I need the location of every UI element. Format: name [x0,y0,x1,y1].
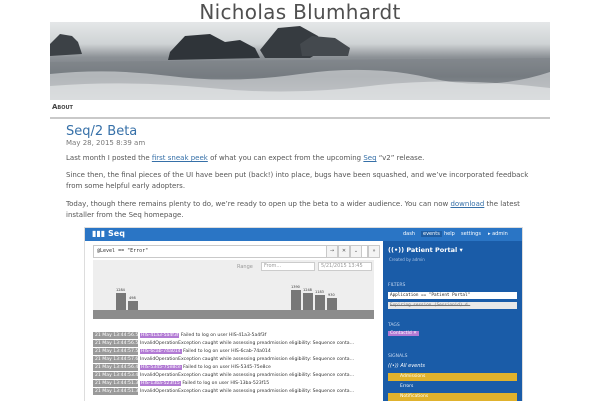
signal-admissions[interactable]: Admissions [388,373,517,381]
seq-run-button[interactable]: → [326,245,338,258]
event-token: HIS-13ba-523f15 [140,381,181,386]
post-paragraph-1: Last month I posted the first sneak peek… [66,153,546,164]
p3-text-a: Today, though there remains plenty to do… [66,200,451,208]
event-message: HIS-13ba-523f15 Failed to log on user HI… [140,380,269,387]
event-text: Failed to log on user HIS-5345-75e8ce [183,365,271,370]
histogram-bar [116,293,126,310]
event-token: HIS-41a3-5a4f3f [140,333,180,338]
histogram-bar-label: 1248 [303,288,312,292]
signal-errors[interactable]: Errors [388,383,517,391]
post-paragraph-3: Today, though there remains plenty to do… [66,199,546,220]
event-timestamp: 21 May 13:44:53.408 [93,372,145,379]
seq-nav-dash[interactable]: dash [403,231,415,237]
seq-histogram: Range From... 5/21/2015 13:45 1284 498 1… [93,260,374,310]
post-paragraph-2: Since then, the final pieces of the UI h… [66,171,529,190]
side-signals-heading: SIGNALS [388,354,408,359]
broadcast-icon: ((•)) [388,246,405,254]
p1-text-c: “v2” release. [376,154,425,162]
event-message: InvalidOperationException caught while a… [140,356,354,363]
side-created-by: Created by admin [389,257,425,262]
event-text: InvalidOperationException caught while a… [140,389,355,394]
download-link[interactable]: download [450,200,484,208]
event-message: InvalidOperationException caught while a… [140,388,354,395]
post-date: May 28, 2015 8:39 am [66,139,146,147]
seq-expand-button[interactable]: » [368,245,380,258]
histogram-bar-label: 930 [328,293,335,297]
filter-input-2[interactable]: Expiring session (Sessionid) d… [388,302,517,309]
event-text: Failed to log on user HIS-13ba-523f15 [182,381,270,386]
seq-clear-button[interactable]: ✕ [338,245,350,258]
seq-nav-events[interactable]: events [421,231,442,237]
nav-about[interactable]: About [52,103,73,111]
side-filters-heading: FILTERS [388,283,406,288]
event-timestamp: 21 May 13:44:56.460 [93,364,145,371]
event-timestamp: 21 May 13:44:57.673 [93,356,145,363]
event-row[interactable]: 21 May 13:44:53.408 InvalidOperationExcep… [93,372,374,379]
event-text: InvalidOperationException caught while a… [140,357,355,362]
histogram-bar [327,298,337,310]
site-title[interactable]: Nicholas Blumhardt [0,0,600,24]
seq-side-panel: ((•)) Patient Portal ▾ Created by admin … [383,241,522,401]
event-row[interactable]: 21 May 13:44:57.587 HIS-6cab-74a014 Faile… [93,348,374,355]
histogram-bar [315,295,325,310]
header-banner-image [50,22,550,100]
histogram-bar [291,290,301,310]
seq-nav-settings[interactable]: settings [461,231,481,237]
event-message: InvalidOperationException caught while a… [140,372,354,379]
event-row[interactable]: 21 May 13:44:57.673 InvalidOperationExcep… [93,356,374,363]
event-text: Failed to log on user HIS-6cab-74a014 [183,349,271,354]
event-timestamp: 21 May 13:44:57.587 [93,348,145,355]
event-timestamp: 21 May 13:44:51.360 [93,380,145,387]
event-timestamp: 21 May 13:44:56.531 [93,340,145,347]
seq-timeline-strip [93,310,374,319]
seq-logo: ▮▮▮ Seq [92,229,125,238]
p1-text-a: Last month I posted the [66,154,152,162]
event-row[interactable]: 21 May 13:44:56.460 HIS-5345-75e8ce Faile… [93,364,374,371]
event-row[interactable]: 21 May 13:44:51.357 InvalidOperationExcep… [93,388,374,395]
event-token: HIS-6cab-74a014 [140,349,182,354]
histogram-bar-label: 1284 [116,288,125,292]
event-text: InvalidOperationException caught while a… [140,341,355,346]
histogram-bar-label: 498 [129,296,136,300]
event-message: HIS-5345-75e8ce Failed to log on user HI… [140,364,271,371]
event-message: InvalidOperationException caught while a… [140,340,354,347]
event-timestamp: 21 May 13:44:56.536 [93,332,145,339]
range-to-input[interactable]: 5/21/2015 13:45 [318,262,372,271]
sea-stacks-illustration [50,26,550,100]
broadcast-icon: ((•)) [388,363,399,369]
range-label: Range [237,264,253,270]
seq-top-bar: ▮▮▮ Seq dash events help settings ▸ admi… [85,228,522,241]
event-timestamp: 21 May 13:44:51.357 [93,388,145,395]
side-title[interactable]: ((•)) Patient Portal ▾ [388,246,463,254]
histogram-bar [128,301,138,310]
event-row[interactable]: 21 May 13:44:56.536 HIS-41a3-5a4f3f Faile… [93,332,374,339]
seq-dropdown-button[interactable]: ⌄ [350,245,362,258]
event-token: HIS-5345-75e8ce [140,365,182,370]
seq-screenshot: ▮▮▮ Seq dash events help settings ▸ admi… [84,227,523,401]
histogram-bar-label: 1183 [315,290,324,294]
event-text: InvalidOperationException caught while a… [140,373,355,378]
seq-link[interactable]: Seq [363,154,376,162]
seq-nav-admin[interactable]: ▸ admin [488,231,508,237]
tag-chip[interactable]: ContactId ✕ [388,331,419,336]
seq-query-text: @Level == "Error" [97,248,149,254]
histogram-bar [303,293,313,310]
all-events-signal[interactable]: ((•)) All events [388,363,425,369]
histogram-bar-label: 1390 [291,285,300,289]
filter-input-1[interactable]: Application == "Patient Portal" [388,292,517,299]
event-row[interactable]: 21 May 13:44:51.360 HIS-13ba-523f15 Faile… [93,380,374,387]
main-nav: About [50,100,550,119]
range-from-input[interactable]: From... [261,262,315,271]
event-message: HIS-6cab-74a014 Failed to log on user HI… [140,348,271,355]
seq-nav-help[interactable]: help [444,231,455,237]
post-title[interactable]: Seq/2 Beta [66,124,137,139]
side-tags-heading: TAGS [388,323,400,328]
event-message: HIS-41a3-5a4f3f Failed to log on user HI… [140,332,266,339]
event-row[interactable]: 21 May 13:44:56.531 InvalidOperationExcep… [93,340,374,347]
p1-text-b: of what you can expect from the upcoming [207,154,364,162]
sneak-peek-link[interactable]: first sneak peek [152,154,208,162]
event-text: Failed to log on user HIS-41a3-5a4f3f [180,333,267,338]
